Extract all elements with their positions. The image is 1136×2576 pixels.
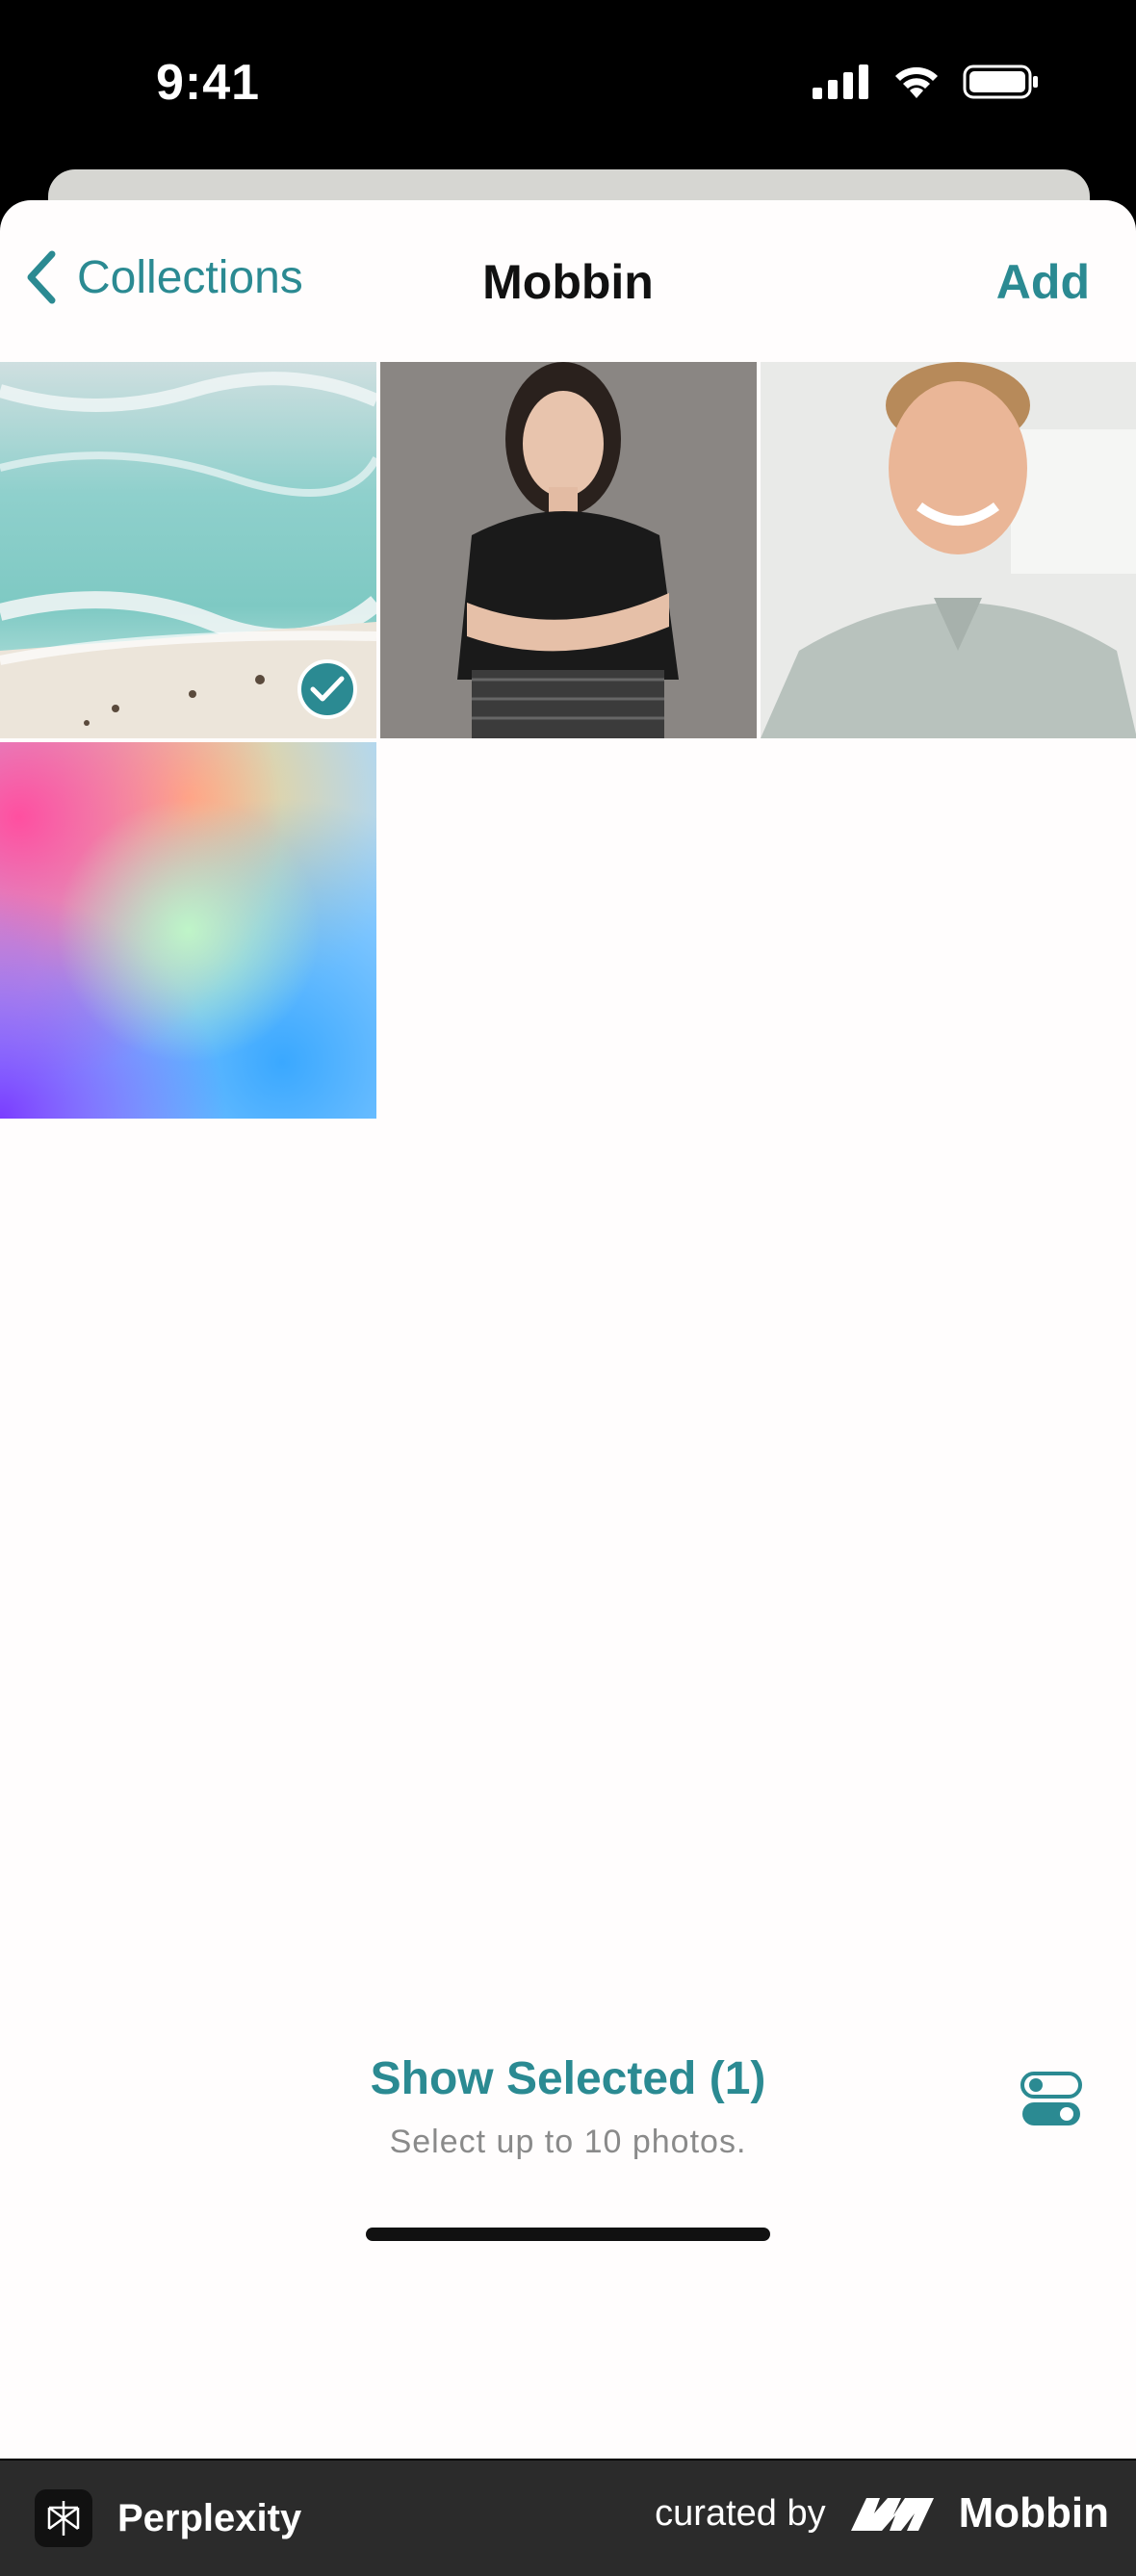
toggle-icon [1020,2072,1082,2125]
status-bar: 9:41 [0,0,1136,173]
page-title: Mobbin [482,255,654,309]
battery-icon [963,64,1038,99]
photo-picker-sheet: Collections Mobbin Add [0,200,1136,2459]
toggle-options-button[interactable] [1020,2070,1082,2129]
curated-by-label: curated by [655,2492,826,2534]
man-portrait-photo [761,362,1136,738]
cellular-signal-icon [813,64,868,99]
perplexity-logo-icon [35,2489,92,2547]
footer-app-name: Perplexity [117,2496,302,2539]
selected-checkmark-icon [297,659,357,719]
photo-tile-woman[interactable] [380,362,757,738]
footer-app-info: Perplexity [35,2489,301,2547]
footer-credits: curated by Mobbin [655,2489,1109,2537]
footer-banner: Perplexity curated by Mobbin [0,2460,1136,2576]
status-time: 9:41 [156,55,261,111]
mobbin-logo-icon [850,2498,934,2531]
show-selected-button[interactable]: Show Selected (1) [0,2052,1136,2105]
photo-tile-beach[interactable] [0,362,376,738]
mobbin-brand-name: Mobbin [958,2489,1109,2537]
navigation-bar: Collections Mobbin Add [0,200,1136,360]
add-button[interactable]: Add [996,254,1090,310]
home-indicator [366,2228,770,2241]
woman-portrait-photo [380,362,757,738]
photo-tile-man[interactable] [761,362,1136,738]
gradient-photo [0,742,376,1119]
status-icons [813,64,1040,100]
wifi-icon [895,66,938,98]
selection-limit-hint: Select up to 10 photos. [389,2124,747,2160]
photo-tile-gradient[interactable] [0,742,376,1119]
